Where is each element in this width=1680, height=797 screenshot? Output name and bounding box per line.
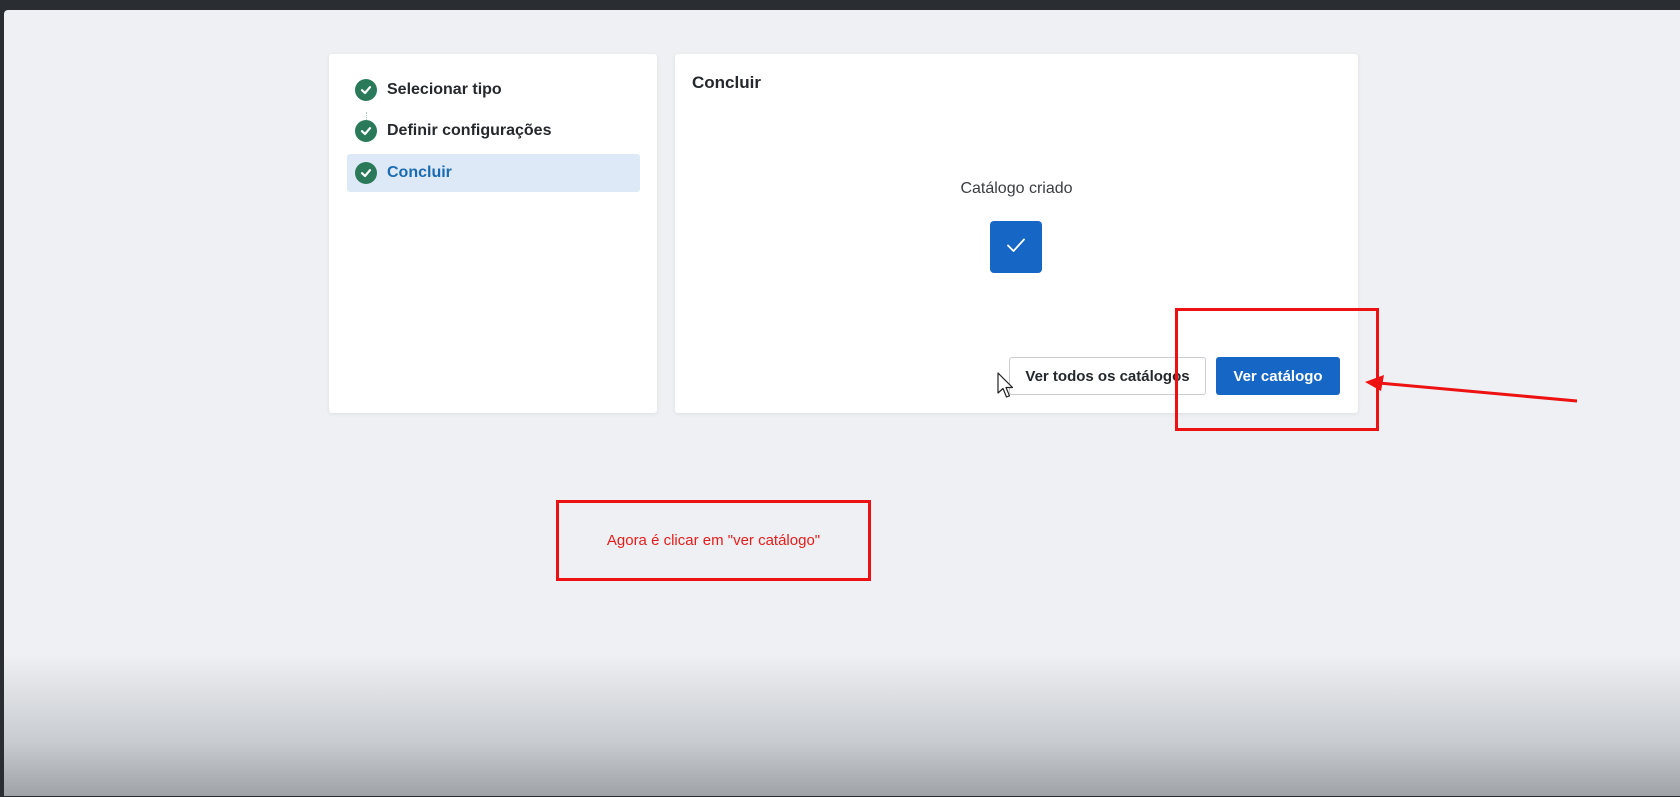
check-circle-icon: [355, 79, 377, 101]
check-circle-icon: [355, 162, 377, 184]
step-definir-configuracoes[interactable]: Definir configurações: [347, 112, 640, 150]
check-circle-icon: [355, 120, 377, 142]
status-text: Catálogo criado: [960, 180, 1073, 197]
annotation-arrow-icon: [1365, 375, 1578, 403]
app-screen: Selecionar tipo Definir configurações Co…: [4, 10, 1680, 796]
step-concluir[interactable]: Concluir: [347, 154, 640, 192]
wizard-steps-panel: Selecionar tipo Definir configurações Co…: [329, 54, 657, 413]
checkmark-icon: [1003, 232, 1029, 263]
annotation-note-text: Agora é clicar em "ver catálogo": [606, 532, 821, 549]
step-label: Definir configurações: [387, 122, 552, 139]
annotation-note-box: Agora é clicar em "ver catálogo": [556, 500, 871, 581]
step-label: Concluir: [387, 164, 452, 181]
annotation-highlight-box: [1175, 308, 1379, 431]
mouse-pointer-icon: [997, 372, 1014, 398]
panel-title: Concluir: [692, 73, 761, 92]
step-selecionar-tipo[interactable]: Selecionar tipo: [347, 71, 640, 109]
step-label: Selecionar tipo: [387, 81, 502, 98]
success-indicator: [990, 221, 1042, 273]
